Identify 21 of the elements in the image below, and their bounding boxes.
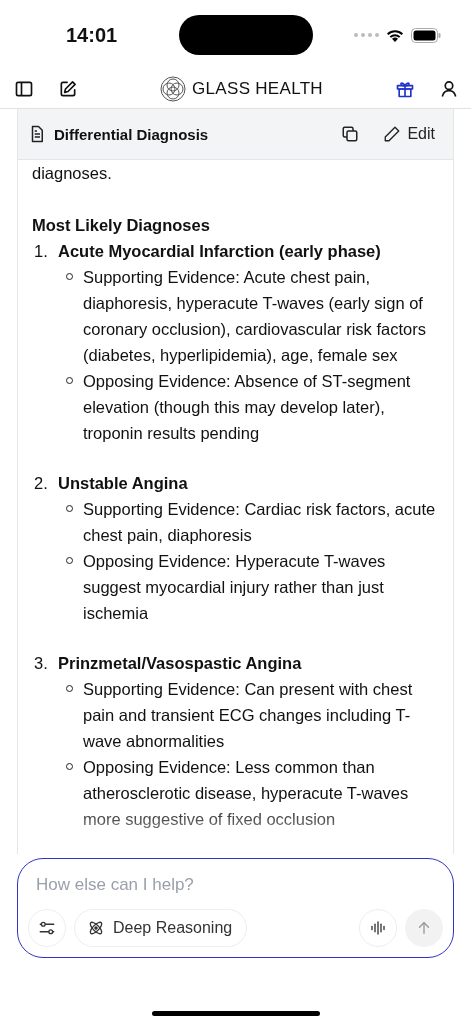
list-number: 1.	[34, 241, 49, 262]
edit-button[interactable]: Edit	[383, 125, 435, 143]
evidence-text: Opposing Evidence: Absence of ST-segment elevation (though this may develop later), troponin results pending	[83, 371, 412, 444]
diagnosis-title: Prinzmetal/Vasospastic Angina	[58, 653, 302, 674]
list-number: 3.	[34, 653, 49, 674]
evidence-text: Opposing Evidence: Hyperacute T-waves suggest myocardial injury rather than just ischemia	[83, 551, 387, 624]
paragraph-text: diagnoses.	[32, 163, 113, 184]
message-composer[interactable]: How else can I help? Deep Reasoning	[17, 858, 454, 958]
deep-reasoning-button[interactable]: Deep Reasoning	[74, 909, 248, 947]
evidence-text: Supporting Evidence: Cardiac risk factors, acute chest pain, diaphoresis	[83, 499, 437, 546]
diagnosis-title: Acute Myocardial Infarction (early phase)	[58, 241, 381, 262]
evidence-text: Opposing Evidence: Less common than atherosclerotic disease, hyperacute T-waves more suggestive of fixed occlusion	[83, 757, 410, 830]
evidence-text: Supporting Evidence: Can present with chest pain and transient ECG changes including T-wave abnormalities	[83, 679, 414, 752]
list-number: 2.	[34, 473, 49, 494]
message-input[interactable]: How else can I help?	[28, 875, 443, 895]
clock-time: 14:01	[66, 23, 118, 47]
evidence-text: Supporting Evidence: Acute chest pain, diaphoresis, hyperacute T-waves (early sign of coronary occlusion), cardiovascular risk factors (diabetes, hyperlipidemia), age, female sex	[83, 267, 427, 366]
section-heading: Most Likely Diagnoses	[32, 215, 211, 236]
brand-name: GLASS HEALTH	[192, 79, 323, 99]
diagnosis-title: Unstable Angina	[58, 473, 188, 494]
card-title: Differential Diagnosis	[54, 125, 210, 143]
